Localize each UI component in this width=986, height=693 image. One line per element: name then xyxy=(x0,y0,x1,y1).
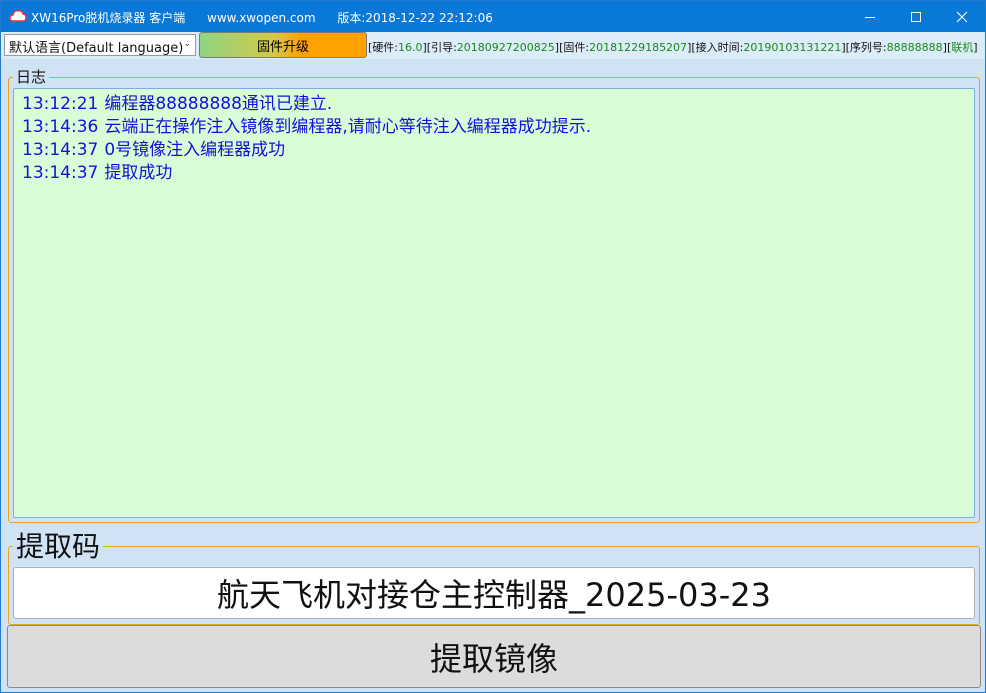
website-label: www.xwopen.com xyxy=(207,11,316,25)
close-button[interactable] xyxy=(939,1,985,32)
app-name: XW16Pro脱机烧录器 客户端 xyxy=(31,11,186,25)
log-entry-message: 0号镜像注入编程器成功 xyxy=(104,140,286,160)
log-entry: 13:14:36 云端正在操作注入镜像到编程器,请耐心等待注入编程器成功提示. xyxy=(22,116,966,139)
extraction-code-title: 提取码 xyxy=(13,531,104,563)
log-box[interactable]: 13:12:21 编程器88888888通讯已建立. 13:14:36 云端正在操作注… xyxy=(13,88,975,518)
log-entry-time: 13:12:21 xyxy=(22,94,99,114)
status-value: 88888888 xyxy=(886,41,943,54)
extraction-code-input[interactable]: 航天飞机对接仓主控制器_2025-03-23 xyxy=(13,567,975,619)
status-value: 20181229185207 xyxy=(589,41,688,54)
status-value: 16.0 xyxy=(398,41,423,54)
log-entry: 13:12:21 编程器88888888通讯已建立. xyxy=(22,93,966,116)
log-entry: 13:14:37 提取成功 xyxy=(22,162,966,185)
maximize-button[interactable] xyxy=(893,1,939,32)
status-segment: [接入时间:20190103131221] xyxy=(691,41,846,54)
status-value: 20180927200825 xyxy=(456,41,555,54)
log-entry-time: 13:14:37 xyxy=(22,163,99,183)
status-segment: [硬件:16.0] xyxy=(368,41,427,54)
language-select-value: 默认语言(Default language) xyxy=(9,41,184,56)
status-segment: [序列号:88888888] xyxy=(845,41,947,54)
status-segment: [固件:20181229185207] xyxy=(559,41,692,54)
log-group: 日志 13:12:21 编程器88888888通讯已建立. 13:14:36 云端正在… xyxy=(8,66,980,523)
minimize-button[interactable] xyxy=(847,1,893,32)
status-segment: [联机] xyxy=(946,41,978,54)
extract-image-button[interactable]: 提取镜像 xyxy=(7,625,981,688)
status-segment: [引导:20180927200825] xyxy=(426,41,560,54)
log-entry-message: 提取成功 xyxy=(104,163,173,183)
log-entry-time: 13:14:37 xyxy=(22,140,99,160)
device-status-line: [硬件:16.0][引导:20180927200825][固件:20181229… xyxy=(368,39,978,55)
log-entry: 13:14:37 0号镜像注入编程器成功 xyxy=(22,139,966,162)
log-entry-message: 云端正在操作注入镜像到编程器,请耐心等待注入编程器成功提示. xyxy=(104,117,592,137)
extraction-code-group: 提取码 航天飞机对接仓主控制器_2025-03-23 xyxy=(8,531,980,625)
window-title: XW16Pro脱机烧录器 客户端 www.xwopen.com 版本:2018-… xyxy=(31,9,511,26)
log-entry-time: 13:14:36 xyxy=(22,117,99,137)
chevron-down-icon: ⌄ xyxy=(183,39,191,49)
status-value: 联机 xyxy=(951,41,974,54)
app-window: XW16Pro脱机烧录器 客户端 www.xwopen.com 版本:2018-… xyxy=(0,0,986,693)
version-label: 版本:2018-12-22 22:12:06 xyxy=(337,11,493,25)
title-bar[interactable]: XW16Pro脱机烧录器 客户端 www.xwopen.com 版本:2018-… xyxy=(1,1,985,32)
log-title: 日志 xyxy=(13,66,50,87)
firmware-upgrade-button[interactable]: 固件升级 xyxy=(199,32,367,58)
status-value: 20190103131221 xyxy=(743,41,842,54)
toolbar: 默认语言(Default language) ⌄ 固件升级 [硬件:16.0][… xyxy=(1,32,985,59)
log-entry-message: 编程器88888888通讯已建立. xyxy=(104,94,333,114)
language-select[interactable]: 默认语言(Default language) ⌄ xyxy=(4,34,196,56)
cloud-icon xyxy=(9,8,27,24)
